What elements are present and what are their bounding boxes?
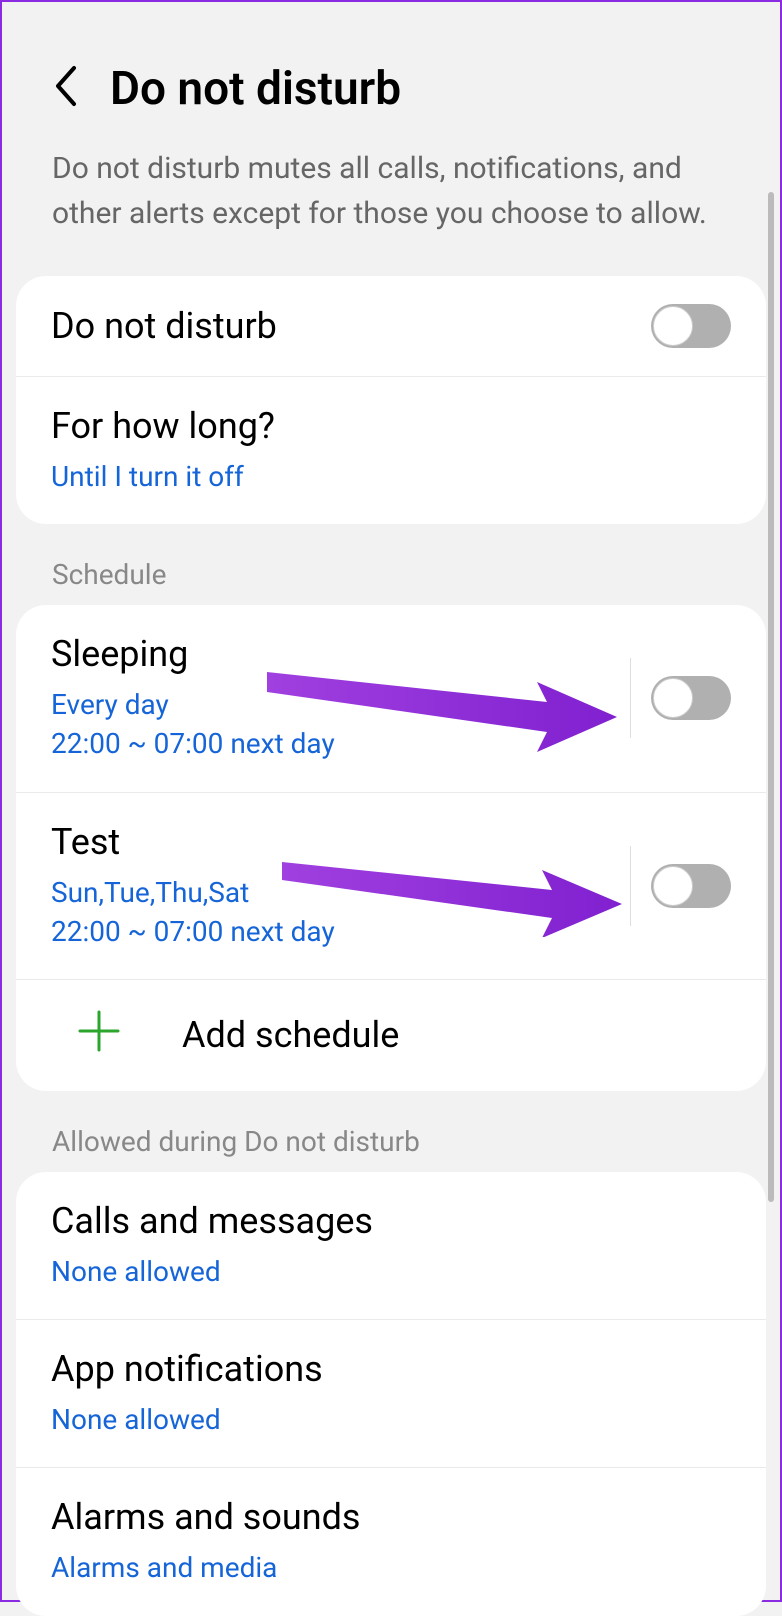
schedule-card: Sleeping Every day22:00 ~ 07:00 next day… bbox=[16, 605, 766, 1091]
plus-icon bbox=[76, 1008, 122, 1063]
schedule-detail: Sun,Tue,Thu,Sat22:00 ~ 07:00 next day bbox=[51, 873, 630, 951]
dnd-label: Do not disturb bbox=[51, 305, 651, 347]
allowed-card: Calls and messages None allowed App noti… bbox=[16, 1172, 766, 1616]
add-schedule-row[interactable]: Add schedule bbox=[16, 980, 766, 1091]
allowed-section-header: Allowed during Do not disturb bbox=[2, 1091, 780, 1172]
schedule-name: Sleeping bbox=[51, 633, 630, 675]
scrollbar[interactable] bbox=[768, 192, 774, 1202]
divider bbox=[630, 846, 631, 926]
allowed-value: None allowed bbox=[51, 1252, 731, 1291]
calls-messages-row[interactable]: Calls and messages None allowed bbox=[16, 1172, 766, 1320]
duration-row[interactable]: For how long? Until I turn it off bbox=[16, 377, 766, 524]
page-title: Do not disturb bbox=[110, 62, 401, 116]
schedule-detail: Every day22:00 ~ 07:00 next day bbox=[51, 685, 630, 763]
allowed-value: Alarms and media bbox=[51, 1548, 731, 1587]
schedule-section-header: Schedule bbox=[2, 524, 780, 605]
app-notifications-row[interactable]: App notifications None allowed bbox=[16, 1320, 766, 1468]
duration-value: Until I turn it off bbox=[51, 457, 731, 496]
page-description: Do not disturb mutes all calls, notifica… bbox=[2, 136, 780, 276]
allowed-label: Alarms and sounds bbox=[51, 1496, 731, 1538]
dnd-toggle[interactable] bbox=[651, 304, 731, 348]
header: Do not disturb bbox=[2, 2, 780, 136]
back-icon[interactable] bbox=[52, 64, 80, 115]
dnd-toggle-row[interactable]: Do not disturb bbox=[16, 276, 766, 377]
add-schedule-label: Add schedule bbox=[182, 1014, 399, 1056]
main-card: Do not disturb For how long? Until I tur… bbox=[16, 276, 766, 524]
divider bbox=[630, 658, 631, 738]
sleeping-toggle[interactable] bbox=[651, 676, 731, 720]
alarms-sounds-row[interactable]: Alarms and sounds Alarms and media bbox=[16, 1468, 766, 1615]
allowed-label: Calls and messages bbox=[51, 1200, 731, 1242]
schedule-row-test[interactable]: Test Sun,Tue,Thu,Sat22:00 ~ 07:00 next d… bbox=[16, 793, 766, 980]
allowed-label: App notifications bbox=[51, 1348, 731, 1390]
schedule-name: Test bbox=[51, 821, 630, 863]
duration-label: For how long? bbox=[51, 405, 731, 447]
allowed-value: None allowed bbox=[51, 1400, 731, 1439]
schedule-row-sleeping[interactable]: Sleeping Every day22:00 ~ 07:00 next day bbox=[16, 605, 766, 792]
test-toggle[interactable] bbox=[651, 864, 731, 908]
